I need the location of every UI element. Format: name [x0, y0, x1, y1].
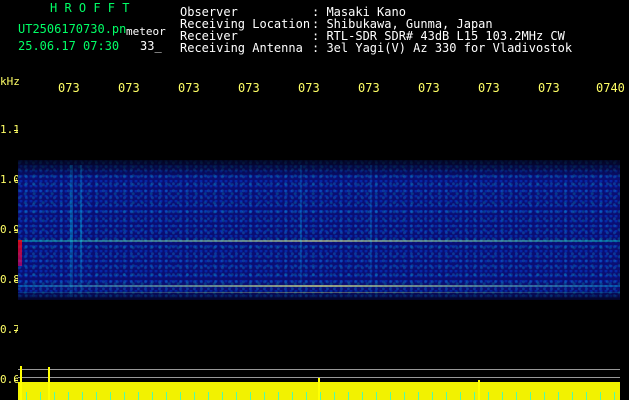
- red-marker: [18, 240, 22, 266]
- y-tick-1p0: 1.0: [0, 173, 20, 186]
- filename: UT2506170730.pn: [18, 22, 127, 36]
- y-tick-0p7: 0.7: [0, 323, 20, 336]
- count: 33_: [140, 39, 162, 53]
- vertical-streak-4: [370, 165, 372, 297]
- vertical-streak-1: [70, 165, 73, 297]
- meteor-label: meteor: [126, 25, 166, 38]
- spectrogram: [18, 160, 620, 300]
- time-tick-5: 073: [298, 81, 320, 95]
- site-code: H R O F F T: [50, 1, 130, 15]
- time-tick-7: 073: [418, 81, 440, 95]
- cyan-tick-strip: [18, 392, 620, 400]
- spectrogram-horizontal-line-1: [18, 240, 620, 242]
- time-tick-10: 0740: [596, 81, 625, 95]
- spectrogram-horizontal-line-3: [18, 292, 620, 293]
- receiving-antenna-label: Receiving Antenna: [180, 41, 303, 55]
- y-tick-0p9: 0.9: [0, 223, 20, 236]
- time-tick-6: 073: [358, 81, 380, 95]
- y-tick-0p6: 0.6: [0, 373, 20, 386]
- receiving-antenna-value: : 3el Yagi(V) Az 330 for Vladivostok: [312, 41, 573, 55]
- vertical-streak-3: [300, 165, 302, 297]
- time-tick-8: 073: [478, 81, 500, 95]
- time-tick-9: 073: [538, 81, 560, 95]
- time-tick-3: 073: [178, 81, 200, 95]
- time-tick-1: 073: [58, 81, 80, 95]
- vertical-streak-2: [80, 165, 82, 297]
- spectrogram-horizontal-line-2: [18, 285, 620, 287]
- date-time: 25.06.17 07:30: [18, 39, 120, 53]
- y-tick-1p1: 1.1: [0, 123, 20, 136]
- y-tick-0p8: 0.8: [0, 273, 20, 286]
- x-unit-label: kHz: [0, 75, 20, 88]
- time-tick-4: 073: [238, 81, 260, 95]
- time-tick-2: 073: [118, 81, 140, 95]
